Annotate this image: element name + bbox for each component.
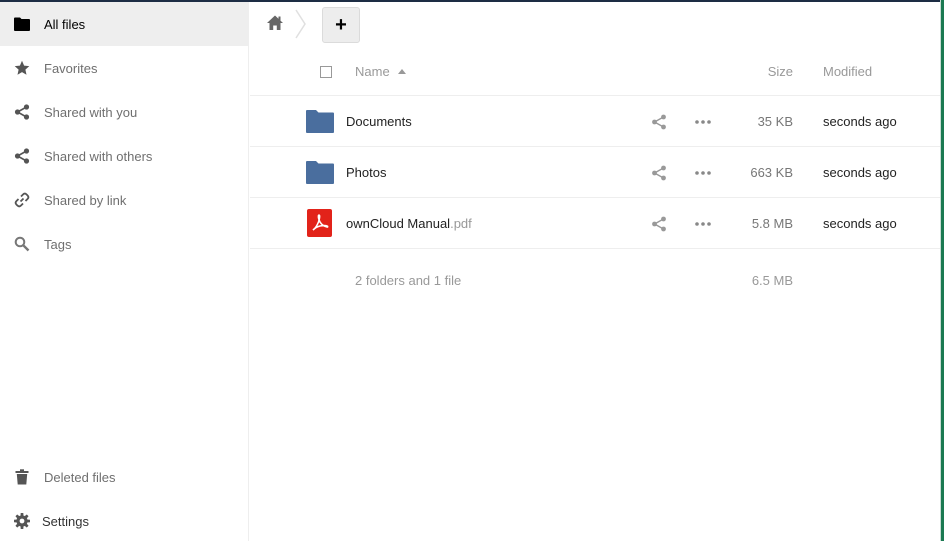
table-header: Name Size Modified xyxy=(250,46,940,96)
sidebar-item-label: Deleted files xyxy=(44,469,116,485)
column-header-name-label: Name xyxy=(355,64,390,79)
sidebar-item-label: Favorites xyxy=(44,60,98,76)
sidebar-item-label: Shared with others xyxy=(44,148,153,164)
sidebar-item-shared-with-you[interactable]: Shared with you xyxy=(0,90,249,134)
sidebar-item-label: Shared by link xyxy=(44,192,127,208)
controls-bar: + xyxy=(250,2,940,46)
sidebar-item-all-files[interactable]: All files xyxy=(0,2,249,46)
more-actions-icon[interactable] xyxy=(694,216,712,232)
file-name[interactable]: Photos xyxy=(346,165,386,180)
file-modified: seconds ago xyxy=(823,114,897,129)
search-icon xyxy=(14,236,30,252)
folder-icon xyxy=(306,107,334,135)
sidebar: All files Favorites Shared with you Shar… xyxy=(0,2,249,541)
breadcrumb-separator xyxy=(294,8,308,40)
sidebar-item-favorites[interactable]: Favorites xyxy=(0,46,249,90)
table-row[interactable]: Documents 35 KB seconds ago xyxy=(250,96,940,147)
file-name[interactable]: ownCloud Manual.pdf xyxy=(346,216,472,231)
summary-text: 2 folders and 1 file xyxy=(355,273,462,288)
file-modified: seconds ago xyxy=(823,165,897,180)
sidebar-item-label: All files xyxy=(44,16,86,32)
new-button[interactable]: + xyxy=(322,7,360,43)
file-list: Name Size Modified Documents 35 KB secon… xyxy=(250,46,940,309)
star-icon xyxy=(14,60,30,76)
table-row[interactable]: Photos 663 KB seconds ago xyxy=(250,147,940,198)
share-icon[interactable] xyxy=(651,114,667,130)
column-header-name[interactable]: Name xyxy=(355,64,406,79)
share-icon[interactable] xyxy=(651,216,667,232)
sidebar-item-label: Shared with you xyxy=(44,104,138,120)
gear-icon xyxy=(14,513,30,529)
pdf-icon xyxy=(306,209,334,237)
window-edge-inner xyxy=(940,0,941,541)
file-size: 35 KB xyxy=(757,114,793,129)
sidebar-item-tags[interactable]: Tags xyxy=(0,222,249,266)
sidebar-item-label: Tags xyxy=(44,236,72,252)
folder-icon xyxy=(14,16,30,32)
folder-icon xyxy=(306,158,334,186)
settings-button[interactable]: Settings xyxy=(0,499,249,541)
file-modified: seconds ago xyxy=(823,216,897,231)
trash-icon xyxy=(14,469,30,485)
column-header-modified[interactable]: Modified xyxy=(823,64,872,79)
file-size: 663 KB xyxy=(750,165,793,180)
sidebar-item-shared-with-others[interactable]: Shared with others xyxy=(0,134,249,178)
select-all-checkbox[interactable] xyxy=(320,66,332,78)
sidebar-item-shared-by-link[interactable]: Shared by link xyxy=(0,178,249,222)
sort-ascending-icon xyxy=(397,69,406,74)
table-summary: 2 folders and 1 file 6.5 MB xyxy=(250,249,940,309)
summary-size: 6.5 MB xyxy=(751,273,793,288)
sidebar-item-label: Settings xyxy=(42,513,89,529)
file-size: 5.8 MB xyxy=(751,216,793,231)
share-icon xyxy=(14,148,30,164)
sidebar-item-deleted-files[interactable]: Deleted files xyxy=(0,455,249,499)
home-icon[interactable] xyxy=(266,14,284,32)
file-name[interactable]: Documents xyxy=(346,114,412,129)
column-header-size[interactable]: Size xyxy=(768,64,793,79)
table-row[interactable]: ownCloud Manual.pdf 5.8 MB seconds ago xyxy=(250,198,940,249)
share-icon xyxy=(14,104,30,120)
more-actions-icon[interactable] xyxy=(694,165,712,181)
share-icon[interactable] xyxy=(651,165,667,181)
link-icon xyxy=(14,192,30,208)
more-actions-icon[interactable] xyxy=(694,114,712,130)
